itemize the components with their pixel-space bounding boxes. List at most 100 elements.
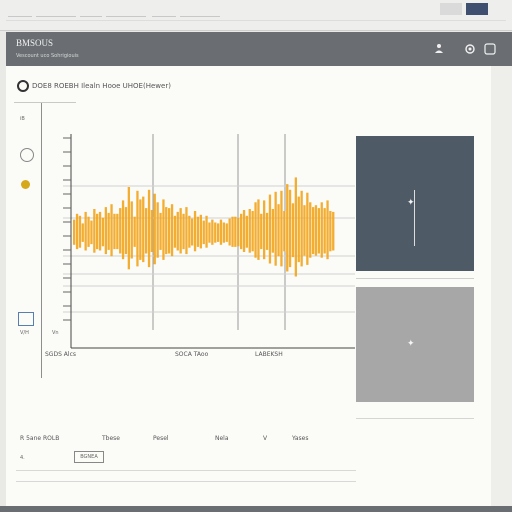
waveform-bar — [297, 196, 300, 263]
sidebar-label-vh: V/H — [20, 330, 29, 336]
sidebar-item-panel[interactable] — [18, 312, 34, 326]
table-header: Pesel — [153, 435, 169, 442]
table-cell[interactable]: BGNEA — [74, 451, 104, 463]
waveform-bar — [90, 220, 93, 245]
waveform-bar — [110, 204, 113, 257]
waveform-bar — [219, 219, 223, 245]
table-cell: 4. — [20, 455, 25, 461]
waveform-bar — [248, 209, 251, 253]
waveform-bar — [237, 217, 240, 247]
waveform-bar — [202, 220, 205, 245]
browser-tab-4[interactable] — [106, 6, 146, 17]
app-subtitle: Vescount uco Sohrigiouis — [16, 53, 79, 59]
waveform-bar — [254, 202, 257, 258]
table-header: R 5ane ROLB — [20, 435, 60, 442]
waveform-bar — [242, 210, 246, 252]
help-icon[interactable] — [484, 43, 496, 57]
waveform-bar — [142, 196, 145, 263]
waveform-bar — [153, 193, 156, 265]
browser-tab-1[interactable] — [8, 6, 32, 17]
waveform-bar — [113, 213, 116, 250]
waveform-bar — [225, 223, 228, 242]
waveform-bar — [217, 223, 220, 242]
waveform-bar — [182, 213, 185, 250]
x-tick-label: SGDS Alcs — [45, 351, 76, 356]
app-title: BMSOUS — [16, 38, 54, 48]
thumbnail-separator — [356, 278, 474, 279]
waveform-bar — [222, 222, 225, 243]
waveform-bar — [119, 208, 122, 254]
image-thumbnail-dark[interactable]: ✦ — [356, 136, 474, 271]
waveform-bar — [257, 199, 260, 260]
waveform-bar — [208, 222, 211, 243]
browser-tab-5[interactable] — [152, 6, 176, 17]
waveform-bar — [286, 184, 289, 272]
waveform-bar — [240, 213, 243, 250]
waveform-bar — [309, 202, 312, 258]
circle-status-icon — [17, 80, 29, 92]
table-row — [16, 481, 356, 482]
waveform-bar — [159, 212, 162, 250]
waveform-bar — [332, 211, 335, 251]
waveform-bar — [147, 189, 151, 268]
x-tick-label: LABEKSH — [255, 351, 283, 356]
waveform-bar — [139, 199, 142, 260]
waveform-bar — [81, 223, 84, 242]
waveform-bar — [312, 207, 315, 255]
waveform-bar — [196, 216, 200, 247]
waveform-bar — [165, 207, 168, 255]
waveform-bar — [329, 211, 332, 252]
toolbar-blue-button[interactable] — [466, 3, 488, 15]
waveform-bar — [116, 213, 119, 250]
waveform-bar — [84, 211, 87, 251]
table-header: Tbese — [102, 435, 120, 442]
waveform-bar — [323, 208, 326, 254]
browser-tab-2[interactable] — [36, 6, 76, 17]
waveform-bar — [277, 204, 280, 257]
sidebar-item-dot[interactable] — [21, 180, 30, 189]
waveform-bar — [130, 201, 133, 259]
waveform-bar — [124, 207, 128, 255]
waveform-bar — [188, 215, 191, 248]
toolbar-badge-button[interactable] — [440, 3, 462, 15]
image-marker-line — [414, 190, 415, 246]
user-icon[interactable] — [434, 43, 444, 55]
waveform-bar — [191, 218, 194, 246]
waveform-bar — [320, 202, 323, 258]
browser-tab-3[interactable] — [80, 6, 102, 17]
waveform-bar — [263, 200, 266, 260]
table-row — [16, 470, 356, 471]
sidebar-item-ring[interactable] — [20, 148, 34, 162]
waveform-bar — [150, 210, 153, 252]
gear-icon[interactable] — [464, 43, 476, 57]
chart-svg: SGDS Alcs SOCA TAoo LABEKSH — [45, 134, 355, 358]
waveform-bar — [274, 191, 277, 266]
right-margin — [491, 66, 512, 506]
waveform-bar — [291, 203, 295, 258]
waveform-bar — [303, 205, 306, 256]
waveform-bar — [145, 208, 148, 254]
waveform-bar — [104, 207, 107, 255]
waveform-bar — [173, 215, 177, 248]
waveform-bar — [231, 216, 234, 247]
bottom-table — [6, 426, 491, 506]
waveform-bar — [96, 213, 99, 250]
sidebar-item[interactable]: iB — [20, 116, 25, 122]
waveform-bar — [98, 211, 102, 251]
waveform-bar — [168, 208, 171, 254]
waveform-bar — [260, 213, 263, 250]
toolbar-line — [6, 20, 506, 21]
browser-tab-6[interactable] — [180, 6, 220, 17]
panel-title: DOE8 ROEBH Ilealn Hooe UHOE(Hewer) — [32, 82, 171, 90]
image-marker: ✦ — [407, 339, 415, 349]
table-header: Yases — [292, 435, 309, 442]
waveform-bar — [268, 194, 272, 264]
waveform-bar — [156, 202, 159, 258]
waveform-bar — [283, 211, 286, 252]
waveform-bar — [306, 192, 309, 265]
waveform-bar — [294, 177, 297, 277]
divider — [14, 102, 76, 103]
waveform-bar — [121, 200, 125, 260]
image-thumbnail-gray[interactable]: ✦ — [356, 287, 474, 402]
waveform-bar — [133, 216, 136, 247]
